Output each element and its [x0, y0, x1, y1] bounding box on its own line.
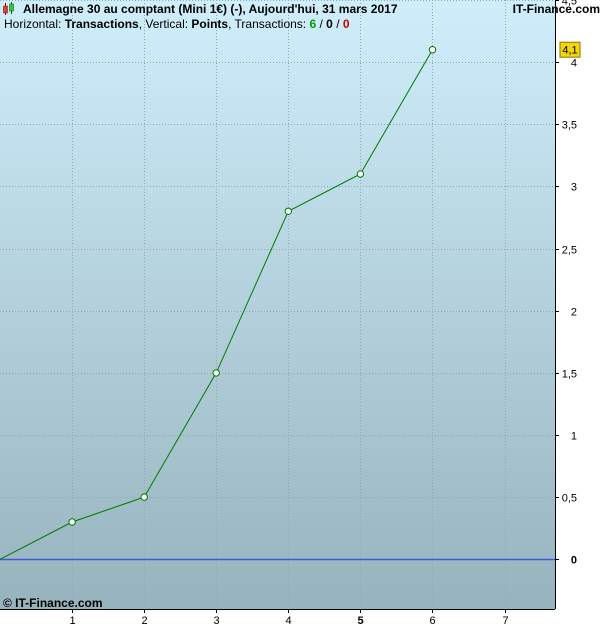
y-tick-label: 1,5 — [562, 369, 577, 381]
y-tick-label: 2 — [571, 307, 577, 319]
x-tick-label: 6 — [429, 615, 435, 627]
subtitle-separator: / — [316, 17, 326, 31]
line-chart: Allemagne 30 au comptant (Mini 1€) (-), … — [0, 0, 606, 628]
y-tick-label: 1 — [571, 431, 577, 443]
data-point — [68, 518, 76, 526]
data-point — [356, 170, 365, 178]
x-tick-label: 5 — [357, 615, 363, 627]
subtitle-v-label: , Vertical: — [139, 17, 192, 31]
brand-label[interactable]: IT-Finance.com — [513, 2, 600, 16]
subtitle-separator: / — [333, 17, 343, 31]
y-tick-label: 0 — [571, 555, 577, 567]
last-value-badge: 4,1 — [559, 41, 581, 58]
chart-subtitle: Horizontal: Transactions, Vertical: Poin… — [4, 17, 350, 31]
subtitle-v-value: Points — [191, 17, 228, 31]
subtitle-h-value: Transactions — [65, 17, 139, 31]
x-tick-label: 2 — [141, 615, 147, 627]
y-tick-label: 2,5 — [562, 245, 577, 257]
subtitle-t-label: , Transactions: — [228, 17, 309, 31]
trades-lost-count: 0 — [343, 17, 350, 31]
last-value-label: 4,1 — [562, 45, 577, 57]
x-tick-label: 7 — [502, 615, 508, 627]
y-tick-label: 3,5 — [562, 120, 577, 132]
x-tick-label: 4 — [285, 615, 291, 627]
subtitle-h-label: Horizontal: — [4, 17, 65, 31]
x-tick-label: 3 — [213, 615, 219, 627]
data-point — [140, 493, 148, 501]
chart-title: Allemagne 30 au comptant (Mini 1€) (-), … — [23, 2, 398, 16]
y-tick-label: 3 — [571, 182, 577, 194]
data-point — [212, 369, 220, 377]
data-point — [428, 46, 437, 54]
copyright-label: © IT-Finance.com — [3, 596, 103, 610]
y-tick-label: 0,5 — [562, 493, 577, 505]
y-tick-label: 4 — [571, 58, 577, 70]
data-point — [284, 207, 292, 216]
chart-container: Allemagne 30 au comptant (Mini 1€) (-), … — [0, 0, 606, 628]
y-tick-label: 4,5 — [562, 0, 577, 8]
x-tick-label: 1 — [69, 615, 75, 627]
